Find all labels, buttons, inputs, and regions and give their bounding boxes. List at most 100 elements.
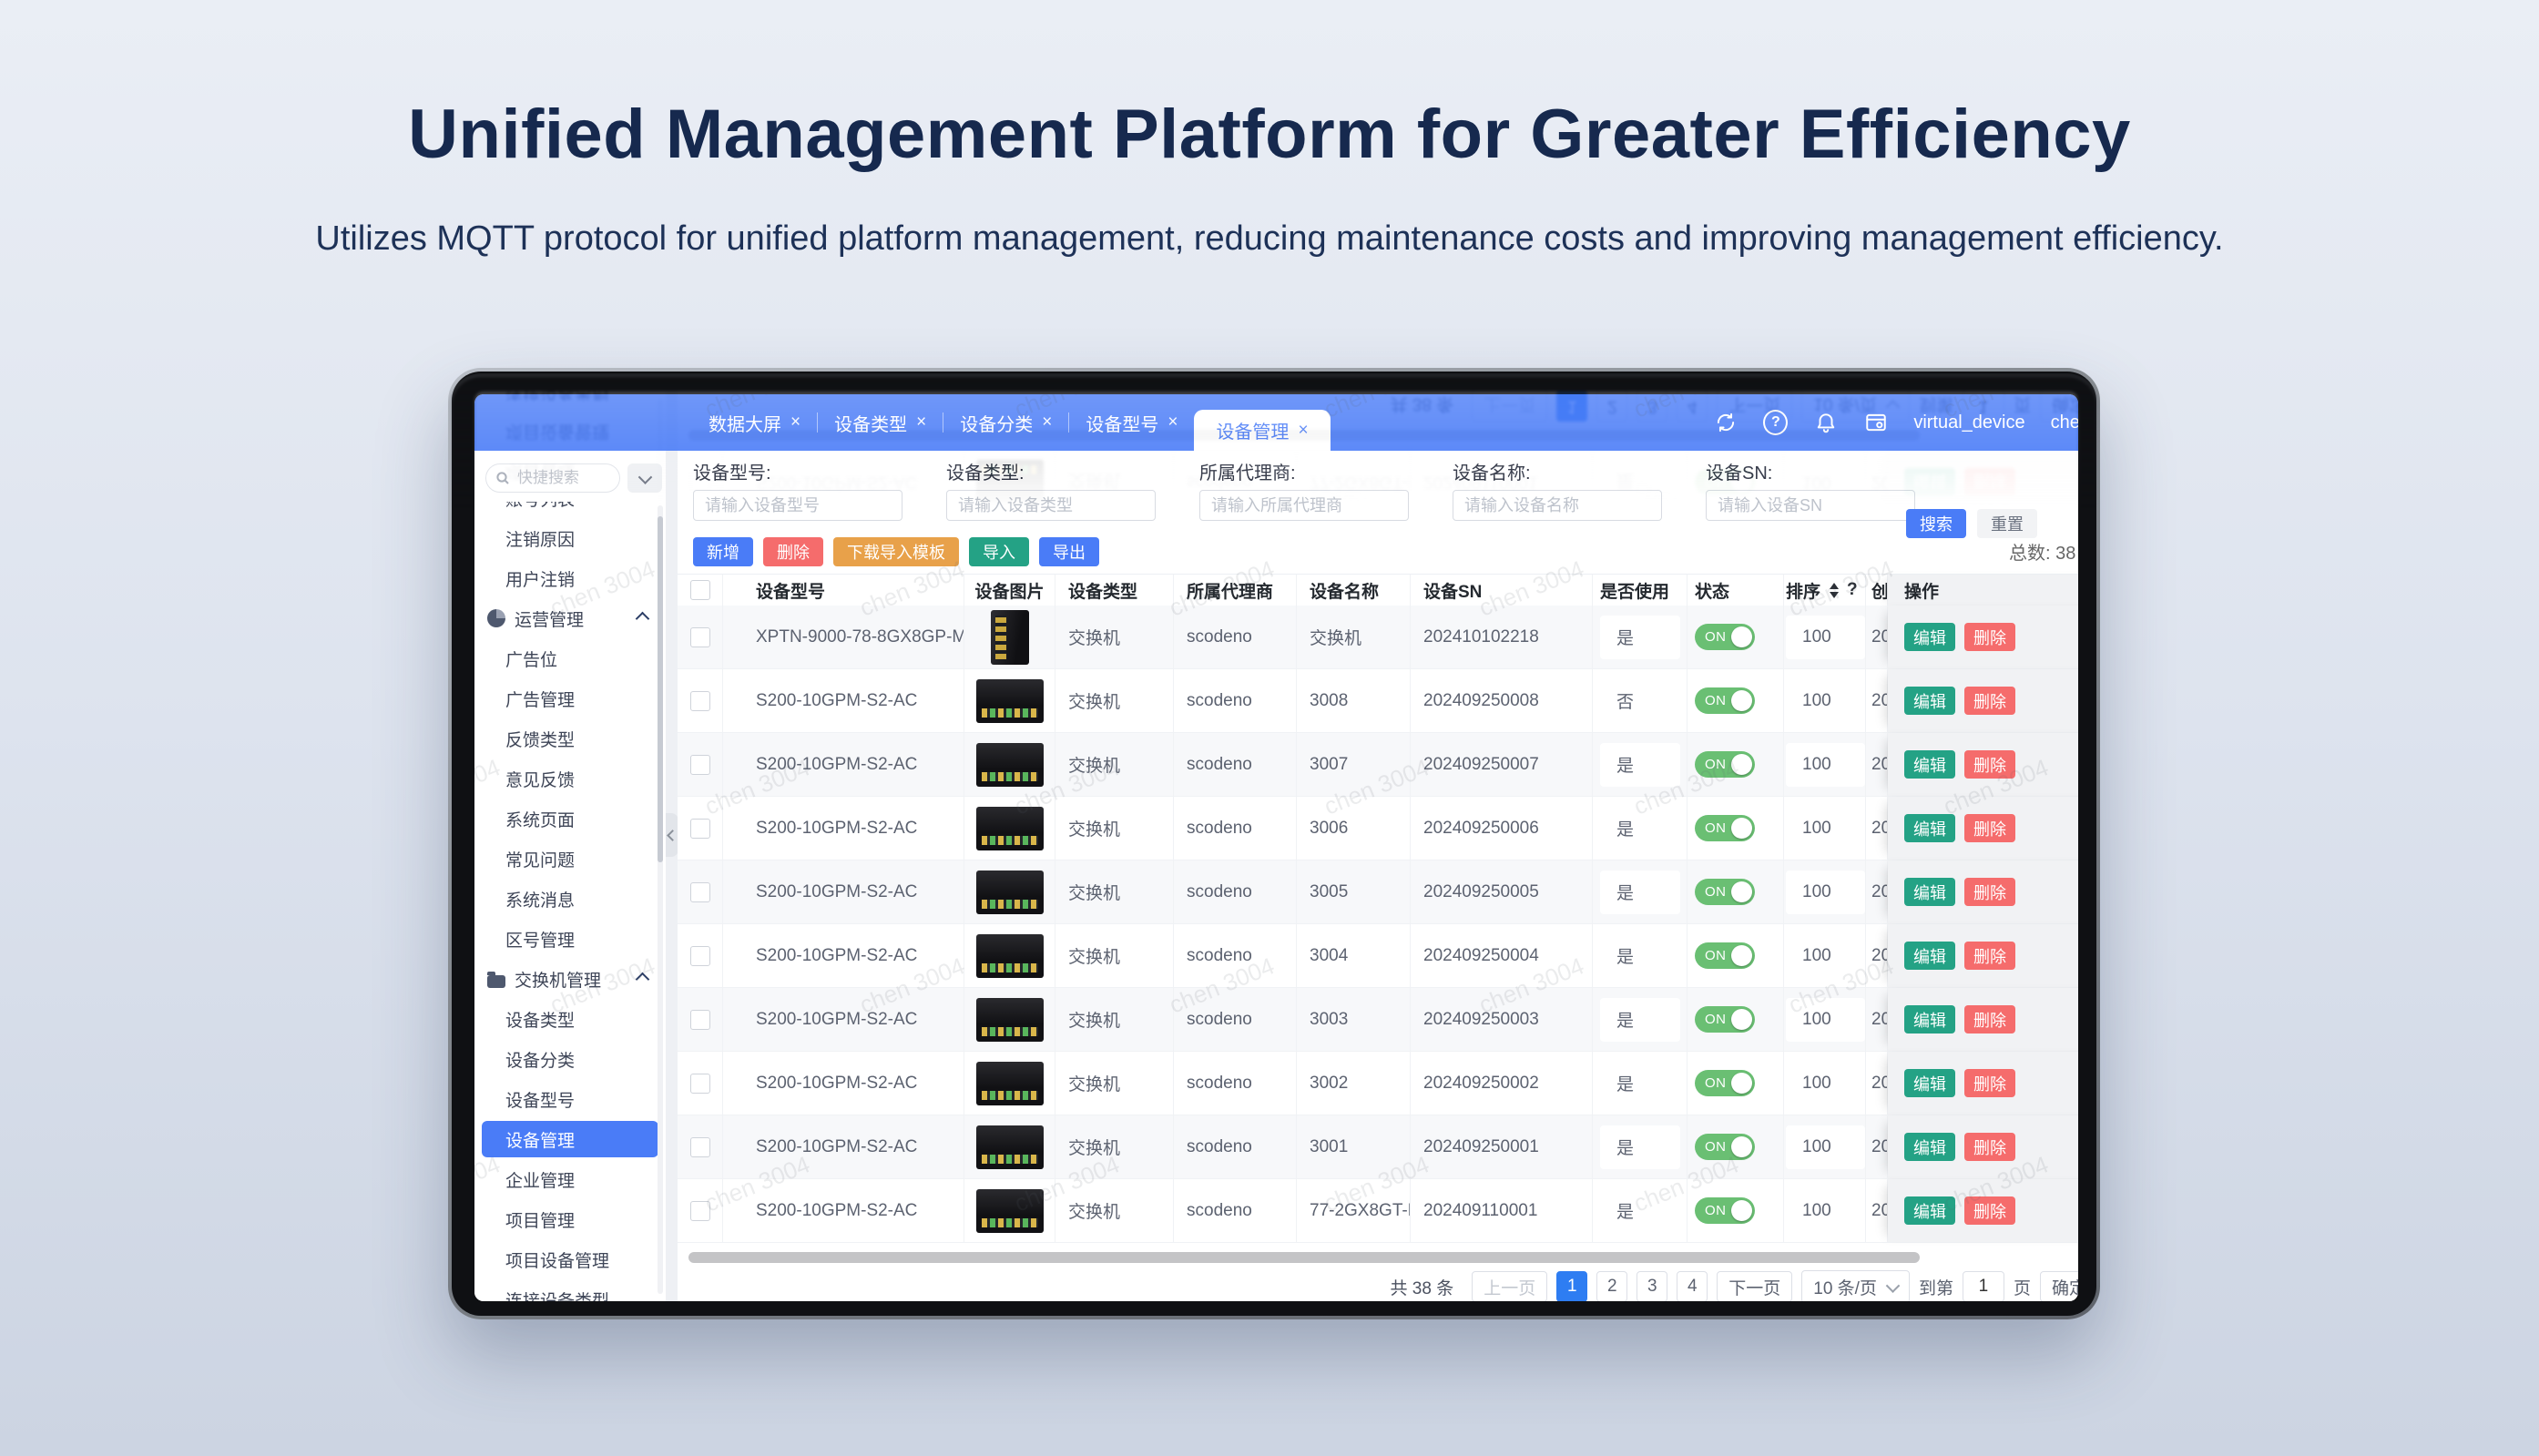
in-use-field[interactable]: 是 <box>1600 998 1680 1042</box>
delete-button[interactable]: 删除 <box>1964 623 2015 651</box>
edit-button[interactable]: 编辑 <box>1904 1133 1955 1161</box>
tab-close-icon[interactable]: × <box>1042 412 1052 433</box>
prev-page-button[interactable]: 上一页 <box>1472 1271 1547 1301</box>
page-button-4[interactable]: 4 <box>1677 1271 1708 1301</box>
sidebar-item[interactable]: 用户注销 <box>474 558 666 598</box>
username[interactable]: virtual_device <box>1913 412 2024 433</box>
next-page-button[interactable]: 下一页 <box>1717 1271 1792 1301</box>
nav-tab[interactable]: 设备管理 × <box>1194 410 1330 451</box>
status-toggle[interactable]: ON <box>1695 1134 1755 1160</box>
page-button-3[interactable]: 3 <box>1637 1271 1667 1301</box>
confirm-button[interactable]: 确定 <box>2040 1271 2078 1301</box>
sidebar-item[interactable]: 项目管理 <box>474 1199 666 1239</box>
row-checkbox[interactable] <box>690 1074 710 1094</box>
in-use-field[interactable]: 是 <box>1600 934 1680 978</box>
status-toggle[interactable]: ON <box>1695 1197 1755 1224</box>
bulk-delete-button[interactable]: 删除 <box>763 537 823 566</box>
delete-button[interactable]: 删除 <box>1964 1069 2015 1097</box>
menu-collapse-button[interactable] <box>627 463 662 493</box>
nav-tab[interactable]: 数据大屏 × <box>692 394 817 451</box>
edit-button[interactable]: 编辑 <box>1904 1005 1955 1033</box>
in-use-field[interactable]: 是 <box>1600 743 1680 787</box>
sidebar-item[interactable]: 反馈类型 <box>474 718 666 759</box>
sort-field[interactable]: 100 <box>1786 871 1865 914</box>
filter-input[interactable] <box>1706 490 1915 521</box>
sidebar-item[interactable]: 常见问题 <box>474 839 666 879</box>
sidebar-item[interactable]: 设备类型 <box>474 999 666 1039</box>
sidebar-item[interactable]: 系统消息 <box>474 879 666 919</box>
status-toggle[interactable]: ON <box>1695 815 1755 841</box>
row-checkbox[interactable] <box>690 882 710 902</box>
sidebar-scrollbar-thumb[interactable] <box>658 516 663 862</box>
in-use-field[interactable]: 是 <box>1600 616 1680 659</box>
sidebar-item[interactable]: 连接设备类型 <box>474 1279 666 1301</box>
nav-tab[interactable]: 设备类型 × <box>818 394 943 451</box>
export-button[interactable]: 导出 <box>1039 537 1099 566</box>
edit-button[interactable]: 编辑 <box>1904 1069 1955 1097</box>
in-use-field[interactable]: 是 <box>1600 871 1680 914</box>
nav-tab[interactable]: 设备分类 × <box>943 394 1068 451</box>
status-toggle[interactable]: ON <box>1695 751 1755 778</box>
sort-field[interactable]: 100 <box>1786 1125 1865 1169</box>
status-toggle[interactable]: ON <box>1695 942 1755 969</box>
sidebar-item[interactable]: 区号管理 <box>474 919 666 959</box>
help-question-icon[interactable]: ? <box>1847 580 1858 600</box>
filter-input[interactable] <box>693 490 902 521</box>
sort-field[interactable]: 100 <box>1786 616 1865 659</box>
sidebar-item[interactable]: 广告位 <box>474 638 666 678</box>
status-toggle[interactable]: ON <box>1695 879 1755 905</box>
status-toggle[interactable]: ON <box>1695 624 1755 650</box>
sort-field[interactable]: 100 <box>1786 743 1865 787</box>
sidebar-item[interactable]: 意见反馈 <box>474 759 666 799</box>
import-button[interactable]: 导入 <box>969 537 1029 566</box>
bell-icon[interactable] <box>1813 411 1838 435</box>
quick-search-box[interactable] <box>485 463 620 493</box>
row-checkbox[interactable] <box>690 1201 710 1221</box>
row-checkbox[interactable] <box>690 946 710 966</box>
filter-input[interactable] <box>946 490 1156 521</box>
row-checkbox[interactable] <box>690 819 710 839</box>
status-toggle[interactable]: ON <box>1695 1070 1755 1096</box>
delete-button[interactable]: 删除 <box>1964 878 2015 906</box>
edit-button[interactable]: 编辑 <box>1904 878 1955 906</box>
tab-close-icon[interactable]: × <box>1298 421 1308 441</box>
quick-search-input[interactable] <box>515 468 610 488</box>
jump-page-input[interactable] <box>1963 1271 2004 1301</box>
help-bulb-icon[interactable]: ? <box>1763 411 1788 435</box>
delete-button[interactable]: 删除 <box>1964 1196 2015 1225</box>
sort-field[interactable]: 100 <box>1786 934 1865 978</box>
in-use-field[interactable]: 是 <box>1600 1062 1680 1105</box>
edit-button[interactable]: 编辑 <box>1904 942 1955 970</box>
download-template-button[interactable]: 下载导入模板 <box>833 537 959 566</box>
delete-button[interactable]: 删除 <box>1964 1133 2015 1161</box>
edit-button[interactable]: 编辑 <box>1904 687 1955 715</box>
sort-field[interactable]: 100 <box>1786 679 1865 723</box>
edit-button[interactable]: 编辑 <box>1904 1196 1955 1225</box>
page-button-2[interactable]: 2 <box>1596 1271 1627 1301</box>
sort-field[interactable]: 100 <box>1786 998 1865 1042</box>
delete-button[interactable]: 删除 <box>1964 942 2015 970</box>
in-use-field[interactable]: 是 <box>1600 807 1680 850</box>
row-checkbox[interactable] <box>690 1010 710 1030</box>
sidebar-item[interactable]: 设备型号 <box>474 1079 666 1119</box>
sort-field[interactable]: 100 <box>1786 1062 1865 1105</box>
sidebar-item[interactable]: 广告管理 <box>474 678 666 718</box>
tab-close-icon[interactable]: × <box>790 412 800 433</box>
username-extra[interactable]: chen <box>2051 412 2078 433</box>
sidebar-item[interactable]: 设备分类 <box>474 1039 666 1079</box>
sort-field[interactable]: 100 <box>1786 807 1865 850</box>
sidebar-item[interactable]: 设备管理 <box>482 1121 658 1157</box>
row-checkbox[interactable] <box>690 691 710 711</box>
select-all-checkbox[interactable] <box>690 580 710 600</box>
sidebar-item[interactable]: 项目设备管理 <box>474 1239 666 1279</box>
console-settings-icon[interactable] <box>1863 411 1888 435</box>
status-toggle[interactable]: ON <box>1695 687 1755 714</box>
sidebar-item[interactable]: 企业管理 <box>474 1159 666 1199</box>
nav-tab[interactable]: 设备型号 × <box>1069 394 1194 451</box>
page-size-select[interactable]: 10 条/页 <box>1801 1270 1910 1301</box>
edit-button[interactable]: 编辑 <box>1904 750 1955 779</box>
reset-button[interactable]: 重置 <box>1977 509 2037 538</box>
edit-button[interactable]: 编辑 <box>1904 814 1955 842</box>
sidebar-section[interactable]: 交换机管理 <box>474 959 666 999</box>
add-button[interactable]: 新增 <box>693 537 753 566</box>
